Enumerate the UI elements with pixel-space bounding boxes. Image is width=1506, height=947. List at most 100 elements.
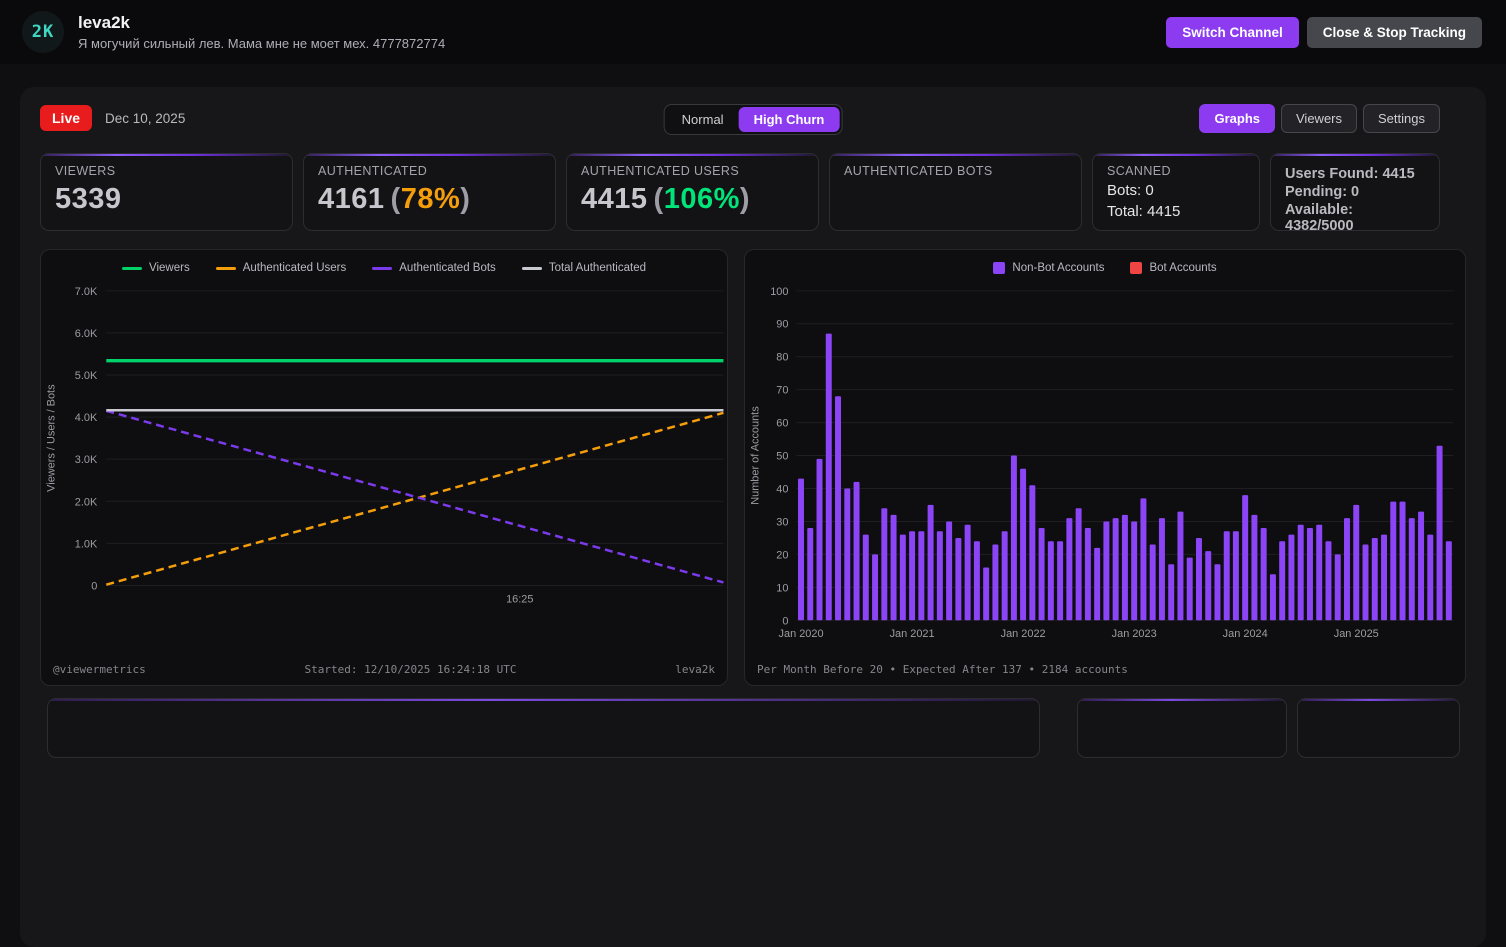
svg-text:16:25: 16:25 xyxy=(506,593,533,605)
legend-swatch-icon xyxy=(215,266,236,270)
svg-text:Jan 2025: Jan 2025 xyxy=(1334,628,1379,640)
channel-status: Я могучий сильный лев. Мама мне не моет … xyxy=(78,36,446,51)
available: Available: 4382/5000 xyxy=(1285,202,1354,231)
svg-text:Jan 2022: Jan 2022 xyxy=(1001,628,1046,640)
legend-swatch-icon xyxy=(993,262,1006,274)
tab-graphs[interactable]: Graphs xyxy=(1199,104,1275,133)
users-found: Users Found: 4415 xyxy=(1285,166,1415,182)
svg-text:10: 10 xyxy=(776,582,788,594)
svg-text:0: 0 xyxy=(91,580,97,592)
svg-text:90: 90 xyxy=(776,319,788,331)
svg-text:40: 40 xyxy=(776,483,788,495)
legend-label: Authenticated Users xyxy=(242,262,347,274)
stat-card-authenticated-users: AUTHENTICATED USERS 4415 (106%) xyxy=(566,153,819,231)
legend-item: Bot Accounts xyxy=(1130,262,1217,274)
svg-text:Jan 2024: Jan 2024 xyxy=(1223,628,1268,640)
svg-text:7.0K: 7.0K xyxy=(75,286,98,298)
churn-mode-toggle: Normal High Churn xyxy=(663,104,843,135)
footer-channel: leva2k xyxy=(675,663,715,676)
pending: Pending: 0 xyxy=(1285,184,1360,200)
top-bar: 2K leva2k Я могучий сильный лев. Мама мн… xyxy=(0,0,1506,64)
accounts-summary: Per Month Before 20 • Expected After 137… xyxy=(757,663,1128,676)
tab-settings[interactable]: Settings xyxy=(1363,104,1440,133)
svg-text:5.0K: 5.0K xyxy=(75,370,98,382)
svg-text:60: 60 xyxy=(776,418,788,430)
live-badge: Live xyxy=(40,105,93,131)
stat-label: VIEWERS xyxy=(55,164,116,178)
svg-text:4.0K: 4.0K xyxy=(75,412,98,424)
svg-text:20: 20 xyxy=(776,549,788,561)
stat-card-scanned: SCANNED Bots: 0 Total: 4415 xyxy=(1092,153,1260,231)
legend-item: Authenticated Users xyxy=(215,262,347,274)
bar-chart-footer: Per Month Before 20 • Expected After 137… xyxy=(745,654,1465,685)
charts-row: 7.0K 6.0K 5.0K 4.0K 3.0K 2.0K 1.0K 0 Viewers / U… xyxy=(40,249,1466,686)
stat-card-viewers: VIEWERS 5339 xyxy=(40,153,293,231)
accounts-bar-chart: 0 10 20 30 40 50 60 70 80 90 100 Number of Accounts… xyxy=(750,286,1454,640)
line-chart-panel: 7.0K 6.0K 5.0K 4.0K 3.0K 2.0K 1.0K 0 Viewers / U… xyxy=(40,249,728,686)
svg-text:2.0K: 2.0K xyxy=(75,496,98,508)
svg-text:Jan 2020: Jan 2020 xyxy=(779,628,824,640)
legend-label: Viewers xyxy=(149,262,190,274)
partial-panel-1 xyxy=(47,698,1040,758)
stat-card-quota: Users Found: 4415 Pending: 0 Available: … xyxy=(1270,153,1440,231)
partial-panel-3 xyxy=(1297,698,1460,758)
stat-label: AUTHENTICATED xyxy=(318,164,428,178)
channel-name: leva2k xyxy=(78,13,130,32)
legend-swatch-icon xyxy=(372,266,393,270)
legend-swatch-icon xyxy=(521,266,542,270)
legend-label: Non-Bot Accounts xyxy=(1012,262,1105,274)
stat-card-authenticated: AUTHENTICATED 4161 (78%) xyxy=(303,153,556,231)
channel-avatar: 2K xyxy=(22,11,64,53)
line-chart-legend: Viewers Authenticated Users Authenticated … xyxy=(41,262,727,274)
line-chart-footer: @viewermetrics Started: 12/10/2025 16:24… xyxy=(41,654,727,685)
svg-text:30: 30 xyxy=(776,516,788,528)
stat-label: AUTHENTICATED USERS xyxy=(581,164,740,178)
legend-item: Total Authenticated xyxy=(521,262,646,274)
stat-percent: 78% xyxy=(400,183,461,215)
svg-text:50: 50 xyxy=(776,451,788,463)
watermark: @viewermetrics xyxy=(53,663,146,676)
legend-item: Authenticated Bots xyxy=(372,262,496,274)
svg-text:80: 80 xyxy=(776,352,788,364)
mode-high-churn-button[interactable]: High Churn xyxy=(738,107,840,132)
stat-label: AUTHENTICATED BOTS xyxy=(844,164,993,178)
svg-text:1.0K: 1.0K xyxy=(75,538,98,550)
controls-row: Live Dec 10, 2025 Normal High Churn Grap… xyxy=(40,104,1466,135)
legend-swatch-icon xyxy=(1130,262,1143,274)
svg-text:Viewers / Users / Bots: Viewers / Users / Bots xyxy=(46,384,58,492)
legend-label: Total Authenticated xyxy=(548,262,646,274)
stream-date: Dec 10, 2025 xyxy=(105,110,186,126)
scanned-total: Total: 4415 xyxy=(1107,203,1181,220)
tab-viewers[interactable]: Viewers xyxy=(1281,104,1358,133)
svg-text:Number of Accounts: Number of Accounts xyxy=(750,406,762,505)
mode-normal-button[interactable]: Normal xyxy=(667,107,739,132)
bar-chart-panel: 0 10 20 30 40 50 60 70 80 90 100 Number of Accounts… xyxy=(744,249,1466,686)
stats-row: VIEWERS 5339 AUTHENTICATED 4161 (78%) AUT… xyxy=(40,153,1466,231)
svg-text:3.0K: 3.0K xyxy=(75,454,98,466)
viewers-line-chart: 7.0K 6.0K 5.0K 4.0K 3.0K 2.0K 1.0K 0 Viewers / U… xyxy=(46,286,724,605)
stat-value: 5339 xyxy=(55,183,122,215)
legend-label: Authenticated Bots xyxy=(399,262,496,274)
stat-value: 4161 (78%) xyxy=(318,183,471,215)
close-stop-tracking-button[interactable]: Close & Stop Tracking xyxy=(1306,16,1482,48)
bar-chart-legend: Non-Bot Accounts Bot Accounts xyxy=(745,262,1465,274)
svg-text:70: 70 xyxy=(776,385,788,397)
switch-channel-button[interactable]: Switch Channel xyxy=(1166,16,1299,48)
stat-percent: 106% xyxy=(663,183,740,215)
partial-panel-2 xyxy=(1077,698,1287,758)
stat-card-authenticated-bots: AUTHENTICATED BOTS xyxy=(829,153,1082,231)
svg-text:100: 100 xyxy=(770,286,788,298)
svg-text:6.0K: 6.0K xyxy=(75,328,98,340)
legend-item: Viewers xyxy=(122,262,190,274)
avatar-text: 2K xyxy=(31,22,55,42)
svg-text:Jan 2023: Jan 2023 xyxy=(1112,628,1157,640)
started-timestamp: Started: 12/10/2025 16:24:18 UTC xyxy=(304,663,517,676)
legend-swatch-icon xyxy=(122,266,142,270)
scanned-bots: Bots: 0 xyxy=(1107,182,1154,199)
svg-text:0: 0 xyxy=(782,615,788,627)
legend-item: Non-Bot Accounts xyxy=(993,262,1104,274)
svg-text:Jan 2021: Jan 2021 xyxy=(890,628,935,640)
bottom-row xyxy=(40,698,1466,758)
stat-label: SCANNED xyxy=(1107,164,1171,178)
main-panel: Live Dec 10, 2025 Normal High Churn Grap… xyxy=(20,87,1486,947)
